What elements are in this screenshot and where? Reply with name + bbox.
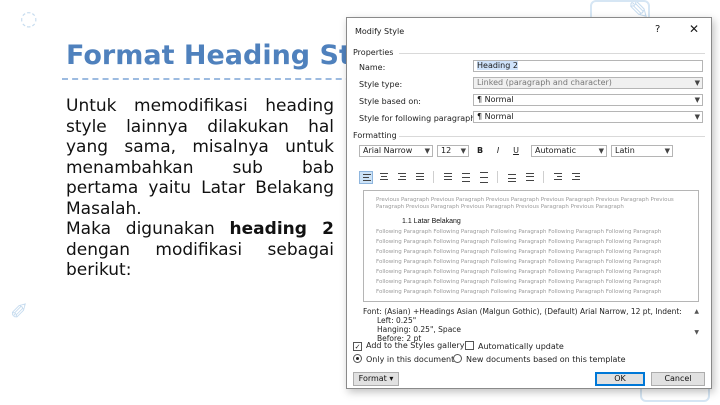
underline-button[interactable]: U (509, 145, 523, 157)
body-text: Maka digunakan (66, 219, 230, 239)
font-size-value: 12 (441, 146, 452, 155)
checkbox-checked[interactable]: ✓ (353, 342, 362, 351)
description-line: Hanging: 0.25", Space (377, 325, 462, 334)
title-divider (62, 78, 362, 80)
preview-previous-paragraph: Paragraph Previous Paragraph Previous Pa… (376, 204, 624, 210)
font-select[interactable]: Arial Narrow ▼ (359, 145, 433, 157)
decrease-indent-icon[interactable] (551, 171, 565, 184)
description-line: Left: 0.25" (377, 316, 417, 325)
scroll-up-icon[interactable]: ▲ (694, 307, 699, 316)
following-paragraph-select[interactable]: ¶ Normal ▼ (473, 111, 703, 123)
dialog-title: Modify Style (355, 27, 405, 36)
preview-previous-paragraph: Previous Paragraph Previous Paragraph Pr… (376, 197, 674, 203)
preview-following-paragraph: Following Paragraph Following Paragraph … (376, 289, 662, 295)
one-half-spacing-icon[interactable] (459, 171, 473, 184)
add-to-gallery-label: Add to the Styles gallery (366, 341, 465, 350)
help-button[interactable]: ? (655, 24, 660, 35)
font-size-select[interactable]: 12 ▼ (437, 145, 469, 157)
radio-selected[interactable] (353, 354, 362, 363)
justify-icon[interactable] (413, 171, 427, 184)
chevron-down-icon: ▼ (694, 79, 700, 87)
preview-following-paragraph: Following Paragraph Following Paragraph … (376, 259, 662, 265)
checkbox-unchecked[interactable] (465, 341, 474, 350)
body-bold-text: heading 2 (229, 219, 334, 239)
new-documents-label: New documents based on this template (466, 355, 626, 364)
auto-update-option[interactable]: Automatically update (465, 341, 564, 351)
space-after-icon[interactable] (523, 171, 537, 184)
language-select[interactable]: Latin ▼ (611, 145, 673, 157)
modify-style-dialog: Modify Style ? ✕ Properties Name: Headin… (346, 17, 712, 389)
toolbar-divider (433, 171, 434, 183)
add-to-gallery-option[interactable]: ✓ Add to the Styles gallery (353, 341, 464, 351)
format-button[interactable]: Format ▾ (353, 372, 399, 386)
ok-button[interactable]: OK (595, 372, 645, 386)
pencil-doodle-icon: ✐ (10, 300, 29, 325)
toolbar-divider (497, 171, 498, 183)
chevron-down-icon: ▼ (598, 147, 604, 155)
following-paragraph-value: ¶ Normal (477, 112, 514, 121)
description-line: Font: (Asian) +Headings Asian (Malgun Go… (363, 307, 682, 316)
italic-button[interactable]: I (491, 145, 505, 157)
style-preview: Previous Paragraph Previous Paragraph Pr… (363, 190, 699, 302)
style-based-on-select[interactable]: ¶ Normal ▼ (473, 94, 703, 106)
cancel-button[interactable]: Cancel (651, 372, 705, 386)
align-right-icon[interactable] (395, 171, 409, 184)
style-type-label: Style type: (359, 80, 403, 89)
body-paragraph-1: Untuk memodifikasi heading style lainnya… (66, 96, 334, 219)
scroll-down-icon[interactable]: ▼ (694, 328, 699, 337)
radio-unselected[interactable] (453, 354, 462, 363)
preview-following-paragraph: Following Paragraph Following Paragraph … (376, 279, 662, 285)
slide-body: Untuk memodifikasi heading style lainnya… (66, 96, 334, 281)
font-color-value: Automatic (535, 146, 577, 155)
preview-following-paragraph: Following Paragraph Following Paragraph … (376, 229, 662, 235)
properties-label: Properties (353, 48, 394, 57)
new-documents-option[interactable]: New documents based on this template (453, 354, 626, 364)
body-text: dengan modifikasi sebagai berikut: (66, 239, 334, 281)
preview-following-paragraph: Following Paragraph Following Paragraph … (376, 239, 662, 245)
auto-update-label: Automatically update (478, 342, 564, 351)
only-this-document-option[interactable]: Only in this document (353, 354, 454, 364)
name-label: Name: (359, 63, 386, 72)
double-spacing-icon[interactable] (477, 171, 491, 184)
space-before-icon[interactable] (505, 171, 519, 184)
align-center-icon[interactable] (377, 171, 391, 184)
increase-indent-icon[interactable] (569, 171, 583, 184)
body-paragraph-2: Maka digunakan heading 2 dengan modifika… (66, 219, 334, 281)
style-type-select: Linked (paragraph and character) ▼ (473, 77, 703, 89)
style-based-on-value: ¶ Normal (477, 95, 514, 104)
chevron-down-icon: ▼ (694, 96, 700, 104)
close-icon[interactable]: ✕ (689, 23, 699, 35)
section-divider (399, 53, 705, 54)
preview-following-paragraph: Following Paragraph Following Paragraph … (376, 269, 662, 275)
name-value: Heading 2 (477, 61, 518, 70)
name-field[interactable]: Heading 2 (473, 60, 703, 72)
single-spacing-icon[interactable] (441, 171, 455, 184)
chevron-down-icon: ▼ (694, 113, 700, 121)
bold-button[interactable]: B (473, 145, 487, 157)
section-divider (399, 136, 705, 137)
only-this-document-label: Only in this document (366, 355, 455, 364)
font-value: Arial Narrow (363, 146, 413, 155)
toolbar-divider (543, 171, 544, 183)
following-paragraph-label: Style for following paragraph: (359, 114, 478, 123)
chevron-down-icon: ▼ (664, 147, 670, 155)
font-color-select[interactable]: Automatic ▼ (531, 145, 607, 157)
style-type-value: Linked (paragraph and character) (477, 78, 612, 87)
dialog-titlebar: Modify Style ? ✕ (347, 18, 711, 42)
style-based-on-label: Style based on: (359, 97, 421, 106)
preview-following-paragraph: Following Paragraph Following Paragraph … (376, 249, 662, 255)
chevron-down-icon: ▼ (460, 147, 466, 155)
align-left-icon[interactable] (359, 171, 373, 184)
chevron-down-icon: ▼ (424, 147, 430, 155)
style-description: Font: (Asian) +Headings Asian (Malgun Go… (363, 307, 699, 343)
preview-heading: 1.1 Latar Belakang (402, 218, 461, 225)
formatting-label: Formatting (353, 131, 397, 140)
language-value: Latin (615, 146, 635, 155)
spiral-doodle-icon: ◌ (20, 6, 38, 30)
